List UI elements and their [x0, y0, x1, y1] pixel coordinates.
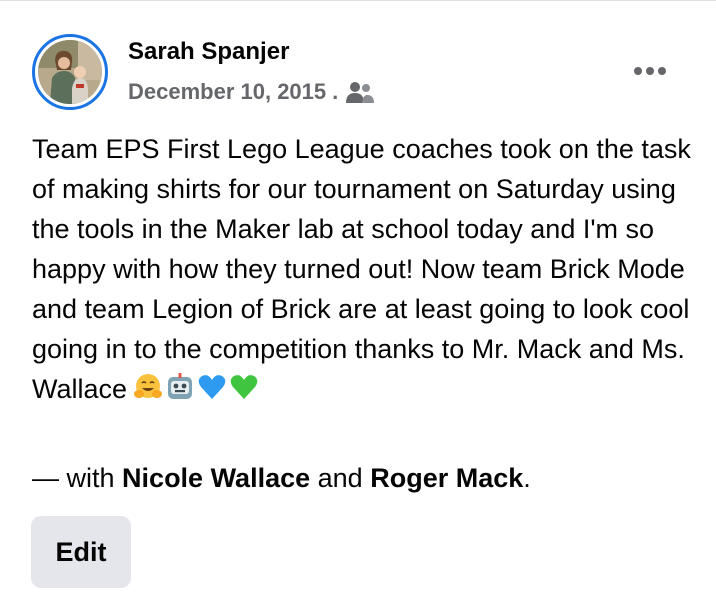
with-prefix: — with [32, 463, 115, 493]
more-options-icon [634, 67, 666, 75]
with-and: and [317, 463, 363, 493]
blue-heart-emoji [198, 375, 226, 399]
post-meta: December 10, 2015 . [128, 79, 376, 105]
post-body: Team EPS First Lego League coaches took … [32, 129, 692, 409]
edit-button[interactable]: Edit [31, 516, 131, 588]
avatar-photo [38, 40, 102, 104]
friends-icon[interactable] [344, 80, 376, 104]
green-heart-emoji [230, 375, 258, 399]
more-options-button[interactable] [628, 53, 672, 89]
robot-emoji [168, 373, 193, 399]
author-name[interactable]: Sarah Spanjer [128, 38, 289, 66]
tagged-people: — with Nicole Wallace and Roger Mack. [32, 458, 531, 498]
tagged-person-link[interactable]: Roger Mack [370, 463, 523, 493]
post-body-text: Team EPS First Lego League coaches took … [32, 134, 691, 404]
tagged-person-link[interactable]: Nicole Wallace [122, 463, 310, 493]
emoji-row [133, 372, 259, 402]
meta-separator: . [332, 79, 339, 104]
hugging-face-emoji [134, 374, 163, 398]
avatar[interactable] [32, 34, 108, 110]
post-card: Sarah Spanjer December 10, 2015 . Team E… [0, 0, 716, 608]
post-date[interactable]: December 10, 2015 [128, 79, 326, 105]
with-suffix: . [523, 463, 531, 493]
